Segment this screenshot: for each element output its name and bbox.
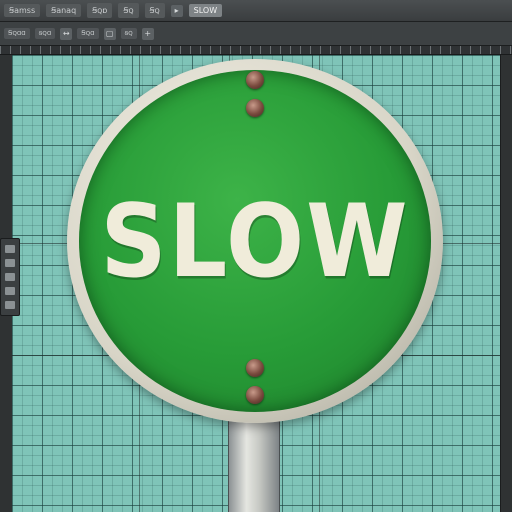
widget-slot[interactable] bbox=[5, 273, 15, 281]
bolt-icon bbox=[246, 386, 264, 404]
horizontal-ruler bbox=[0, 46, 512, 55]
sign-pole bbox=[228, 415, 280, 512]
menu-item-4[interactable]: Ꞩꞯ bbox=[118, 3, 139, 18]
tool-option-2[interactable]: ꞩꞯɑ bbox=[34, 28, 56, 39]
sign-text: SLOW bbox=[100, 182, 410, 300]
tool-option-3[interactable]: Ꞩꞯɑ bbox=[77, 28, 99, 39]
floating-tool-widget[interactable] bbox=[0, 238, 20, 316]
arrow-icon[interactable]: ↔ bbox=[60, 27, 73, 40]
bolt-icon bbox=[246, 359, 264, 377]
options-toolbar: Ꞩꞯɑɑ ꞩꞯɑ ↔ Ꞩꞯɑ ▢ ꞩꞯ + bbox=[0, 22, 512, 46]
sign-rim: SLOW bbox=[67, 59, 443, 423]
menu-bar: Ꞩamss Ꞩanaq Ꞩꞯɒ Ꞩꞯ Ꞩꞯ ▸ SLOW bbox=[0, 0, 512, 22]
bolt-icon bbox=[246, 71, 264, 89]
right-panels-strip bbox=[500, 55, 512, 512]
widget-slot[interactable] bbox=[5, 301, 15, 309]
document-tab[interactable]: SLOW bbox=[188, 4, 223, 17]
tool-option-4[interactable]: ꞩꞯ bbox=[120, 28, 137, 39]
widget-slot[interactable] bbox=[5, 287, 15, 295]
menu-item-1[interactable]: Ꞩamss bbox=[4, 4, 41, 17]
play-icon[interactable]: ▸ bbox=[170, 4, 183, 17]
menu-item-2[interactable]: Ꞩanaq bbox=[46, 4, 82, 17]
document-canvas[interactable]: SLOW bbox=[12, 55, 500, 512]
square-icon[interactable]: ▢ bbox=[103, 27, 116, 40]
tool-option-1[interactable]: Ꞩꞯɑɑ bbox=[4, 28, 30, 39]
widget-slot[interactable] bbox=[5, 259, 15, 267]
widget-slot[interactable] bbox=[5, 245, 15, 253]
menu-item-3[interactable]: Ꞩꞯɒ bbox=[87, 3, 113, 18]
bolt-icon bbox=[246, 99, 264, 117]
plus-icon[interactable]: + bbox=[141, 27, 154, 40]
menu-item-5[interactable]: Ꞩꞯ bbox=[144, 3, 165, 18]
